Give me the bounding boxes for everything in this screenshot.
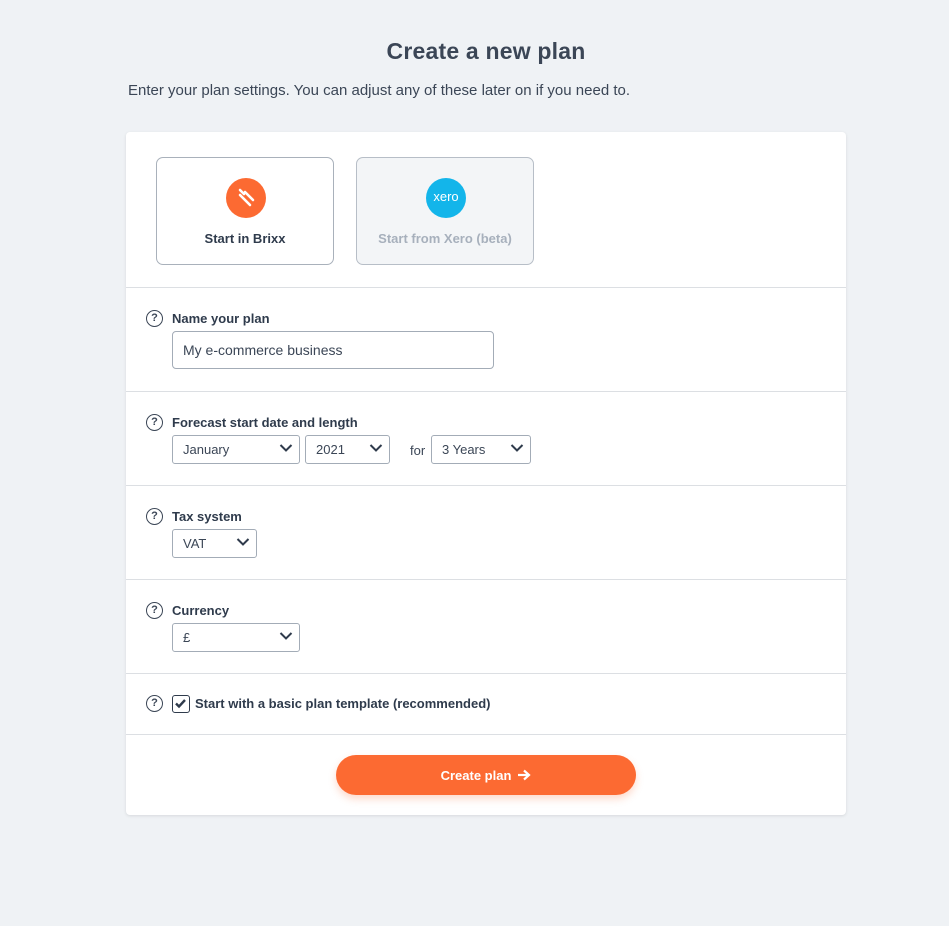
start-month-value: January — [183, 442, 230, 457]
arrow-right-icon — [518, 769, 532, 781]
template-checkbox-label: Start with a basic plan template (recomm… — [195, 696, 491, 711]
currency-section: ? Currency £ — [126, 580, 846, 674]
plan-settings-card: Start in Brixx xero Start from Xero (bet… — [126, 132, 846, 815]
xero-logo-text: xero — [433, 189, 459, 204]
page-title: Create a new plan — [386, 38, 586, 64]
xero-logo-icon: xero — [426, 178, 466, 218]
start-year-value: 2021 — [316, 442, 345, 457]
brixx-logo-icon — [226, 178, 266, 218]
chevron-down-icon — [369, 444, 383, 452]
help-icon[interactable]: ? — [146, 602, 163, 619]
name-section: ? Name your plan — [126, 288, 846, 392]
for-label: for — [410, 443, 426, 458]
help-icon[interactable]: ? — [146, 414, 163, 431]
template-section: ? Start with a basic plan template (reco… — [126, 674, 846, 735]
start-in-brixx-option[interactable]: Start in Brixx — [156, 157, 334, 265]
help-icon[interactable]: ? — [146, 310, 163, 327]
start-year-select[interactable]: 2021 — [305, 435, 390, 464]
forecast-length-value: 3 Years — [442, 442, 486, 457]
chevron-down-icon — [279, 632, 293, 640]
create-plan-label: Create plan — [440, 767, 512, 783]
chevron-down-icon — [510, 444, 524, 452]
currency-label: Currency — [172, 603, 230, 618]
start-in-brixx-label: Start in Brixx — [204, 231, 286, 246]
plan-name-input[interactable] — [172, 331, 494, 369]
chevron-down-icon — [279, 444, 293, 452]
chevron-down-icon — [236, 538, 250, 546]
name-label: Name your plan — [172, 311, 270, 326]
forecast-length-select[interactable]: 3 Years — [431, 435, 531, 464]
template-checkbox[interactable] — [172, 695, 190, 713]
help-icon[interactable]: ? — [146, 695, 163, 712]
start-from-xero-option[interactable]: xero Start from Xero (beta) — [356, 157, 534, 265]
tax-system-value: VAT — [183, 536, 207, 551]
source-section: Start in Brixx xero Start from Xero (bet… — [126, 132, 846, 288]
start-from-xero-label: Start from Xero (beta) — [378, 231, 512, 246]
tax-label: Tax system — [172, 509, 242, 524]
help-icon[interactable]: ? — [146, 508, 163, 525]
create-plan-button[interactable]: Create plan — [336, 755, 636, 795]
forecast-section: ? Forecast start date and length January… — [126, 392, 846, 486]
currency-value: £ — [183, 630, 191, 645]
page-subtitle: Enter your plan settings. You can adjust… — [128, 82, 631, 99]
tax-system-select[interactable]: VAT — [172, 529, 257, 558]
checkmark-icon — [175, 699, 186, 709]
currency-select[interactable]: £ — [172, 623, 300, 652]
tax-section: ? Tax system VAT — [126, 486, 846, 580]
start-month-select[interactable]: January — [172, 435, 300, 464]
forecast-label: Forecast start date and length — [172, 415, 358, 430]
